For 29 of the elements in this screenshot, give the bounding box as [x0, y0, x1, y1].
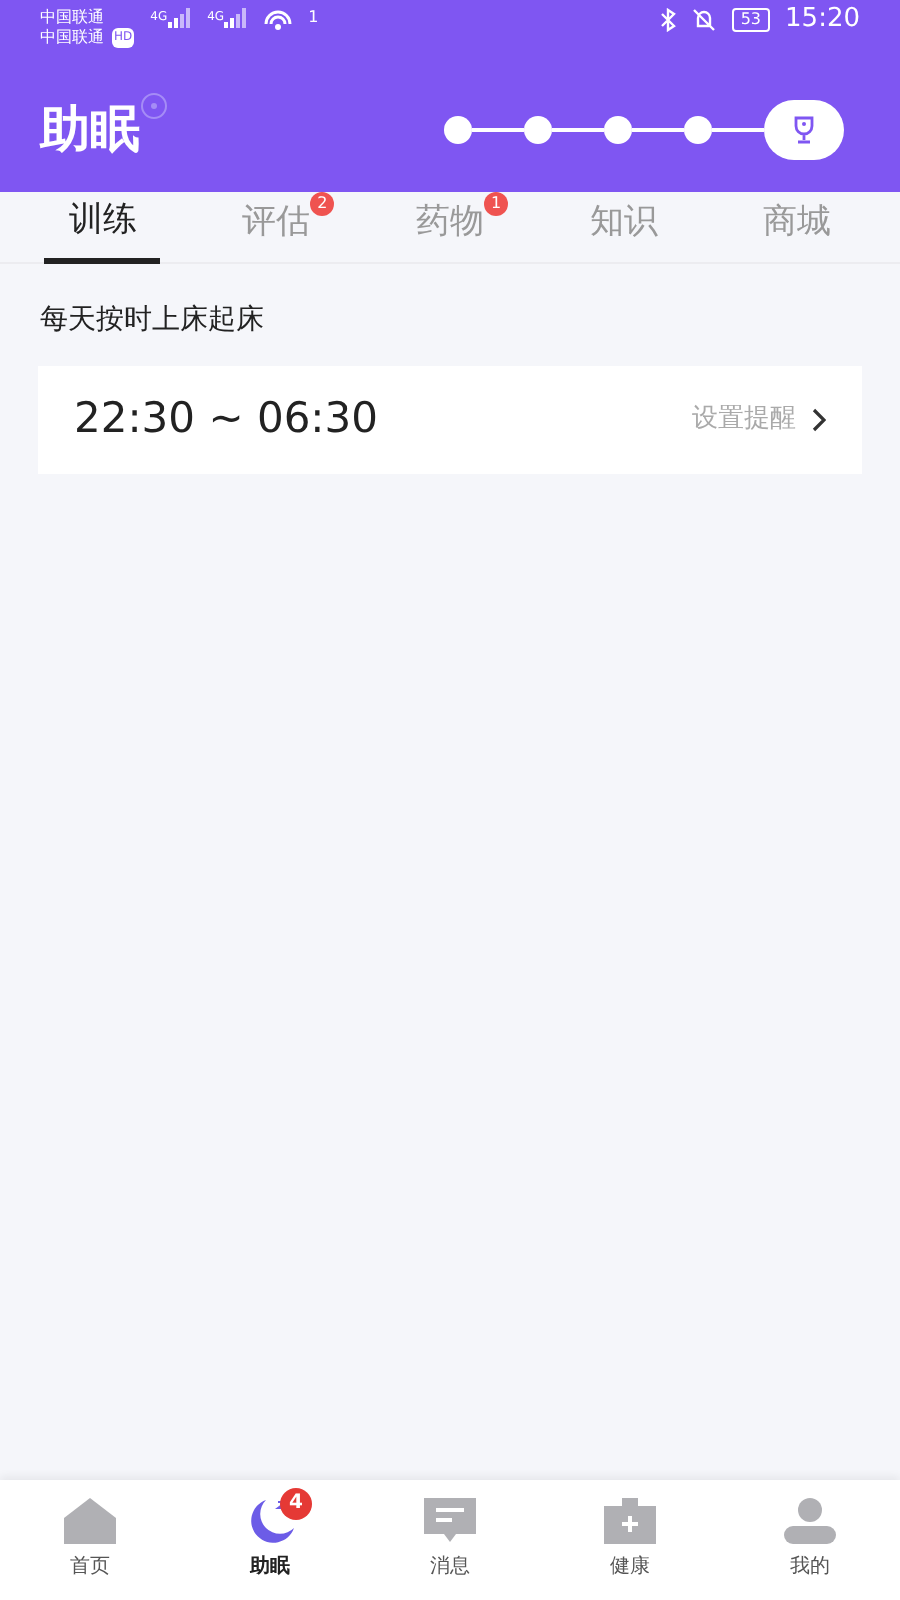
clock-time: 15:20 [785, 10, 860, 30]
carrier-name: 中国联通 [40, 8, 106, 28]
carrier-name: 中国联通 [40, 28, 104, 48]
battery-level: 53 [732, 8, 770, 32]
count-badge: 2 [310, 192, 335, 216]
signal-icon [167, 8, 192, 28]
hotspot-icon [264, 8, 293, 32]
person-icon [782, 1496, 838, 1544]
nav-tab[interactable]: 助眠 4 [180, 1480, 360, 1600]
count-badge: 1 [483, 192, 508, 216]
home-icon [62, 1496, 118, 1544]
message-icon [422, 1496, 478, 1544]
chevron-icon [812, 408, 826, 432]
signal-icon [224, 8, 249, 28]
time-range: 22:30 ~ 06:30 [74, 392, 378, 447]
page-title: 助眠 [40, 98, 140, 163]
medical-kit-icon [602, 1496, 658, 1544]
hotspot-count: 1 [308, 8, 319, 28]
tab[interactable]: 训练 [44, 192, 161, 264]
nav-tab[interactable]: 消息 [360, 1480, 540, 1600]
bluetooth-icon [660, 8, 677, 32]
schedule-card[interactable]: 22:30 ~ 06:30 设置提醒 [38, 366, 862, 474]
nav-tab[interactable]: 首页 [0, 1480, 180, 1600]
info-icon [140, 92, 168, 121]
section-title: 每天按时上床起床 [38, 302, 266, 340]
count-badge: 4 [280, 1488, 312, 1520]
nav-tab[interactable]: 我的 [720, 1480, 900, 1600]
mute-icon [692, 8, 717, 32]
nav-tab[interactable]: 健康 [540, 1480, 720, 1600]
